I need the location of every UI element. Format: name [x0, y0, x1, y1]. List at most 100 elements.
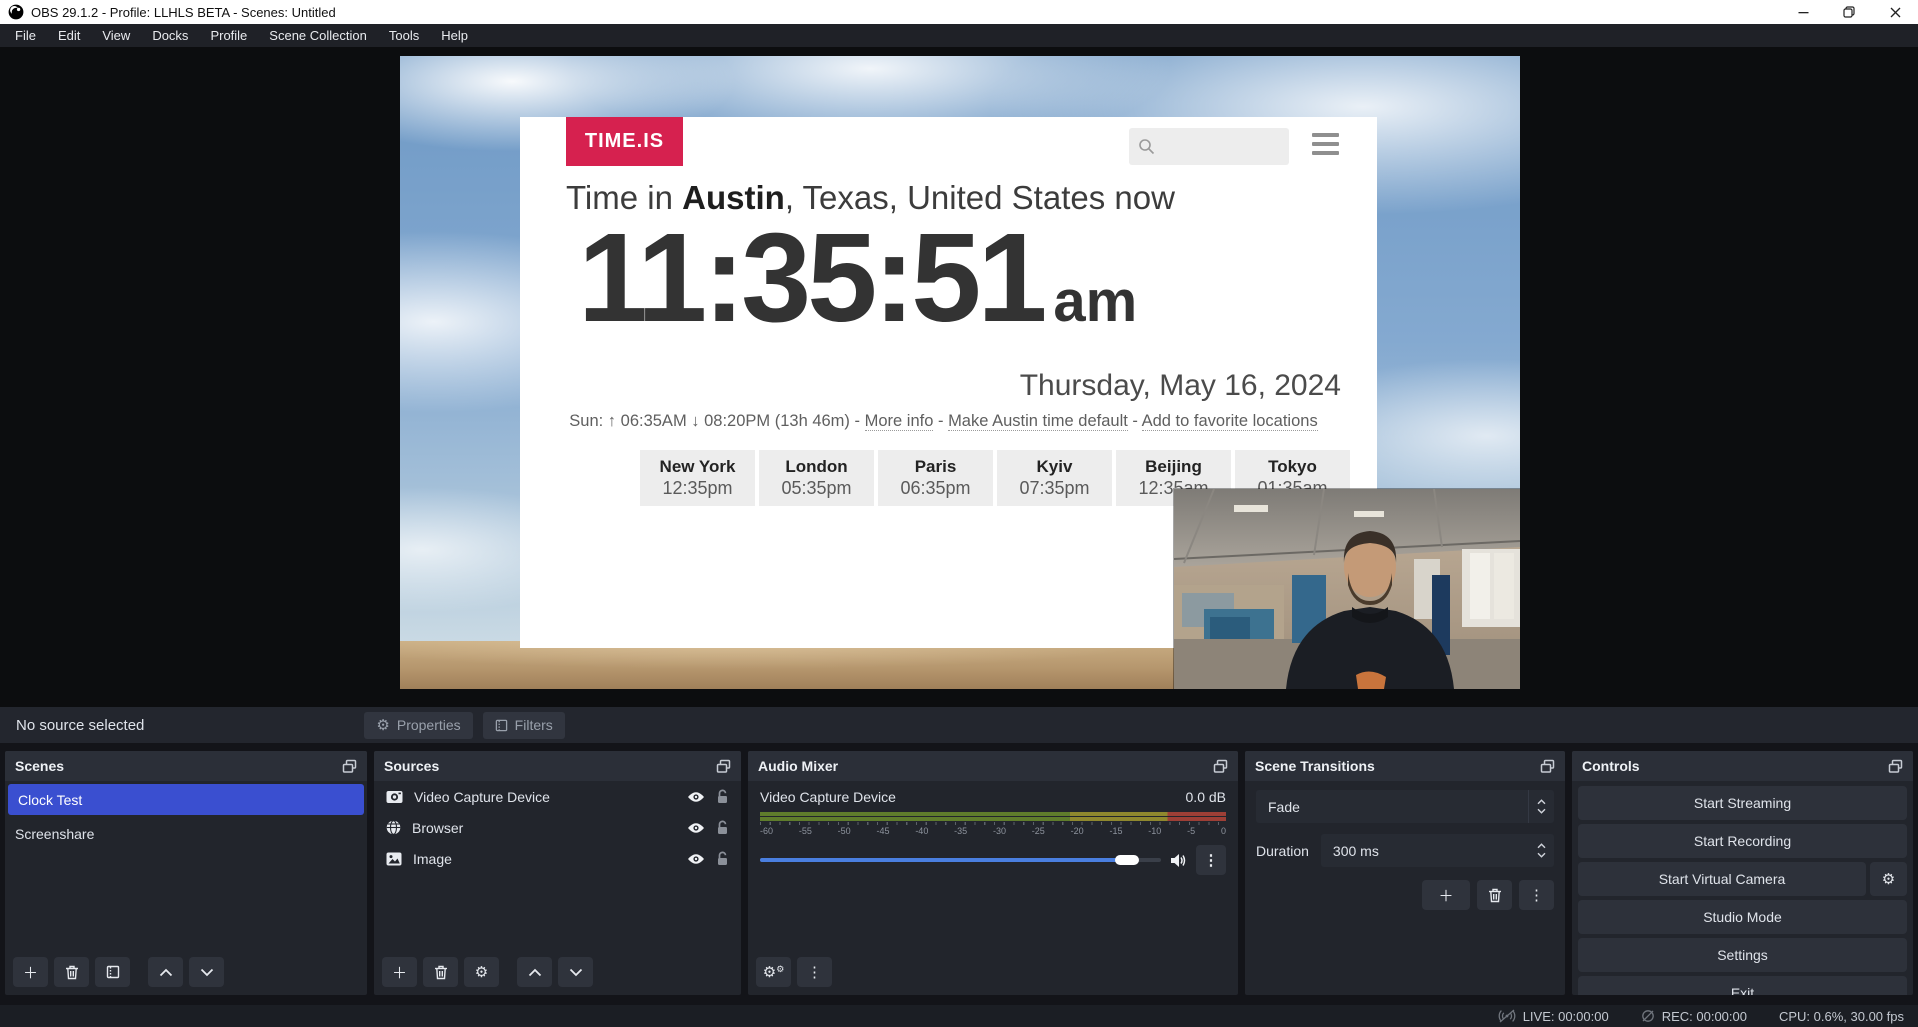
add-favorite-link: Add to favorite locations	[1142, 412, 1318, 431]
popout-icon[interactable]	[342, 759, 357, 774]
unlock-icon[interactable]	[716, 851, 729, 866]
menu-file[interactable]: File	[4, 24, 47, 47]
move-source-down-button[interactable]	[558, 957, 593, 987]
menu-view[interactable]: View	[91, 24, 141, 47]
exit-button[interactable]: Exit	[1578, 976, 1907, 995]
chevron-up-icon	[1537, 843, 1546, 849]
city-box: Kyiv07:35pm	[997, 450, 1112, 506]
menu-help[interactable]: Help	[430, 24, 479, 47]
audio-mixer-panel-title: Audio Mixer	[758, 758, 838, 774]
source-item-video-capture[interactable]: Video Capture Device	[374, 781, 741, 812]
settings-button[interactable]: Settings	[1578, 938, 1907, 972]
obs-logo-icon	[8, 4, 24, 20]
timeis-sun-line: Sun: ↑ 06:35AM ↓ 08:20PM (13h 46m) - Mor…	[520, 412, 1367, 431]
transition-properties-button[interactable]: ⋮	[1519, 880, 1554, 910]
minimize-button[interactable]	[1780, 0, 1826, 24]
chevron-up-icon	[528, 968, 542, 977]
studio-mode-button[interactable]: Studio Mode	[1578, 900, 1907, 934]
search-icon	[1138, 138, 1155, 155]
volume-slider-handle[interactable]	[1115, 855, 1139, 865]
transition-select[interactable]: Fade	[1256, 790, 1554, 823]
scene-transitions-panel: Scene Transitions Fade Duration 300 ms	[1245, 751, 1565, 995]
audio-mixer-panel: Audio Mixer Video Capture Device 0.0 dB …	[748, 751, 1238, 995]
start-recording-button[interactable]: Start Recording	[1578, 824, 1907, 858]
popout-icon[interactable]	[1540, 759, 1555, 774]
popout-icon[interactable]	[1213, 759, 1228, 774]
mixer-options-button[interactable]: ⋮	[1196, 845, 1226, 875]
dock-area: Scenes Clock Test Screenshare ＋ Sourc	[0, 743, 1918, 1005]
start-virtual-camera-button[interactable]: Start Virtual Camera	[1578, 862, 1866, 896]
advanced-audio-button[interactable]: ⚙⚙	[756, 957, 791, 987]
mixer-menu-button[interactable]: ⋮	[797, 957, 832, 987]
gear-icon: ⚙	[376, 718, 389, 733]
duration-spinbox[interactable]: 300 ms	[1321, 834, 1554, 867]
no-source-selected-label: No source selected	[16, 717, 144, 734]
scene-filters-button[interactable]	[95, 957, 130, 987]
menu-bar: File Edit View Docks Profile Scene Colle…	[0, 24, 1918, 47]
scene-item-clock-test[interactable]: Clock Test	[8, 784, 364, 815]
remove-scene-button[interactable]	[54, 957, 89, 987]
filters-button[interactable]: Filters	[483, 712, 565, 739]
trash-icon	[65, 965, 79, 980]
unlock-icon[interactable]	[716, 789, 729, 804]
controls-panel-title: Controls	[1582, 758, 1640, 774]
chevron-up-icon	[1537, 799, 1546, 805]
virtual-camera-config-button[interactable]: ⚙	[1870, 862, 1907, 896]
menu-edit[interactable]: Edit	[47, 24, 91, 47]
move-scene-up-button[interactable]	[148, 957, 183, 987]
make-default-link: Make Austin time default	[948, 412, 1128, 431]
visibility-eye-icon[interactable]	[687, 853, 705, 865]
restore-button[interactable]	[1826, 0, 1872, 24]
remove-transition-button[interactable]	[1477, 880, 1512, 910]
transition-selected-value: Fade	[1256, 799, 1528, 815]
scene-item-screenshare[interactable]: Screenshare	[5, 818, 367, 849]
menu-profile[interactable]: Profile	[199, 24, 258, 47]
clock-digits: 11:35:51	[578, 207, 1043, 348]
live-time: LIVE: 00:00:00	[1523, 1009, 1609, 1024]
add-scene-button[interactable]: ＋	[13, 957, 48, 987]
volume-slider[interactable]	[760, 854, 1161, 866]
menu-docks[interactable]: Docks	[141, 24, 199, 47]
chevron-down-icon	[200, 968, 214, 977]
record-off-icon	[1641, 1009, 1655, 1023]
filters-icon	[106, 965, 120, 979]
sun-times: Sun: ↑ 06:35AM ↓ 08:20PM (13h 46m)	[569, 412, 850, 430]
close-button[interactable]	[1872, 0, 1918, 24]
city-box: New York12:35pm	[640, 450, 755, 506]
trash-icon	[434, 965, 448, 980]
city-box: Paris06:35pm	[878, 450, 993, 506]
duration-value: 300 ms	[1321, 843, 1528, 859]
popout-icon[interactable]	[1888, 759, 1903, 774]
sources-panel: Sources Video Capture Device Browser Ima…	[374, 751, 741, 995]
unlock-icon[interactable]	[716, 820, 729, 835]
menu-scene-collection[interactable]: Scene Collection	[258, 24, 378, 47]
speaker-icon[interactable]	[1170, 853, 1187, 868]
remove-source-button[interactable]	[423, 957, 458, 987]
move-source-up-button[interactable]	[517, 957, 552, 987]
status-bar: LIVE: 00:00:00 REC: 00:00:00 CPU: 0.6%, …	[0, 1005, 1918, 1027]
add-transition-button[interactable]: ＋	[1422, 880, 1470, 910]
start-streaming-button[interactable]: Start Streaming	[1578, 786, 1907, 820]
popout-icon[interactable]	[716, 759, 731, 774]
visibility-eye-icon[interactable]	[687, 791, 705, 803]
timeis-logo: TIME.IS	[566, 117, 683, 166]
controls-panel: Controls Start Streaming Start Recording…	[1572, 751, 1913, 995]
camera-icon	[386, 790, 403, 804]
duration-spinner[interactable]	[1528, 834, 1554, 867]
hamburger-menu-icon	[1312, 133, 1339, 155]
title-bar: OBS 29.1.2 - Profile: LLHLS BETA - Scene…	[0, 0, 1918, 24]
program-canvas[interactable]: TIME.IS Time in Austin, Texas, United St…	[400, 56, 1520, 689]
properties-button[interactable]: ⚙ Properties	[364, 712, 472, 739]
source-item-image[interactable]: Image	[374, 843, 741, 874]
transitions-panel-title: Scene Transitions	[1255, 758, 1375, 774]
transition-select-spinner[interactable]	[1528, 790, 1554, 823]
source-properties-button[interactable]: ⚙	[464, 957, 499, 987]
broadcast-off-icon	[1498, 1009, 1516, 1023]
menu-tools[interactable]: Tools	[378, 24, 430, 47]
source-item-browser[interactable]: Browser	[374, 812, 741, 843]
add-source-button[interactable]: ＋	[382, 957, 417, 987]
move-scene-down-button[interactable]	[189, 957, 224, 987]
visibility-eye-icon[interactable]	[687, 822, 705, 834]
rec-time: REC: 00:00:00	[1662, 1009, 1747, 1024]
mixer-channel-name: Video Capture Device	[760, 789, 896, 805]
